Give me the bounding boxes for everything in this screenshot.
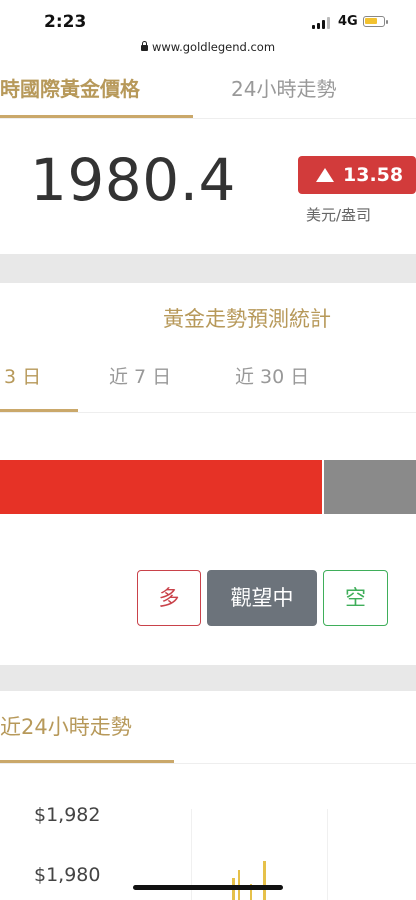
price-card: 時國際黃金價格 24小時走勢 1980.4 13.58 美元/盎司	[0, 58, 416, 254]
trend-chart-bars	[232, 861, 266, 900]
browser-url-bar[interactable]: www.goldlegend.com	[0, 38, 416, 58]
forecast-tab-divider	[0, 412, 416, 413]
y-tick-label: $1,980	[34, 864, 101, 886]
url-container[interactable]: www.goldlegend.com	[0, 40, 416, 54]
forecast-card: 黃金走勢預測統計 3 日 近 7 日 近 30 日 多 觀望中 空	[0, 283, 416, 665]
long-button[interactable]: 多	[137, 570, 201, 626]
price-unit: 美元/盎司	[306, 206, 372, 224]
short-button[interactable]: 空	[323, 570, 388, 626]
tab-divider	[0, 118, 416, 119]
trend-title: 近24小時走勢	[0, 715, 132, 739]
url-text[interactable]: www.goldlegend.com	[152, 40, 275, 54]
up-arrow-icon	[316, 168, 334, 182]
signal-icon	[312, 17, 334, 29]
tab-intl-gold-price[interactable]: 時國際黃金價格	[0, 73, 140, 102]
gold-price: 1980.4	[30, 146, 236, 214]
network-type: 4G	[338, 14, 358, 29]
battery-icon	[363, 16, 388, 27]
tab-30-day[interactable]: 近 30 日	[235, 362, 309, 389]
home-indicator[interactable]	[133, 885, 283, 890]
status-time: 2:23	[44, 12, 87, 32]
tab-24h-trend[interactable]: 24小時走勢	[231, 73, 336, 102]
price-change-value: 13.58	[343, 164, 404, 186]
price-change-badge: 13.58	[298, 156, 416, 194]
lock-icon	[140, 41, 148, 51]
trend-divider	[0, 763, 416, 764]
forecast-title: 黃金走勢預測統計	[163, 307, 331, 331]
y-tick-label: $1,982	[34, 804, 101, 826]
neutral-ratio-bar	[324, 460, 416, 514]
trend-card: 近24小時走勢 $1,982 $1,980	[0, 691, 416, 900]
tab-3-day[interactable]: 3 日	[4, 362, 41, 389]
neutral-button[interactable]: 觀望中	[207, 570, 317, 626]
tab-7-day[interactable]: 近 7 日	[109, 362, 171, 389]
bullish-ratio-bar	[0, 460, 322, 514]
status-bar: 2:23 4G	[0, 0, 416, 38]
chart-gridline	[327, 809, 328, 900]
